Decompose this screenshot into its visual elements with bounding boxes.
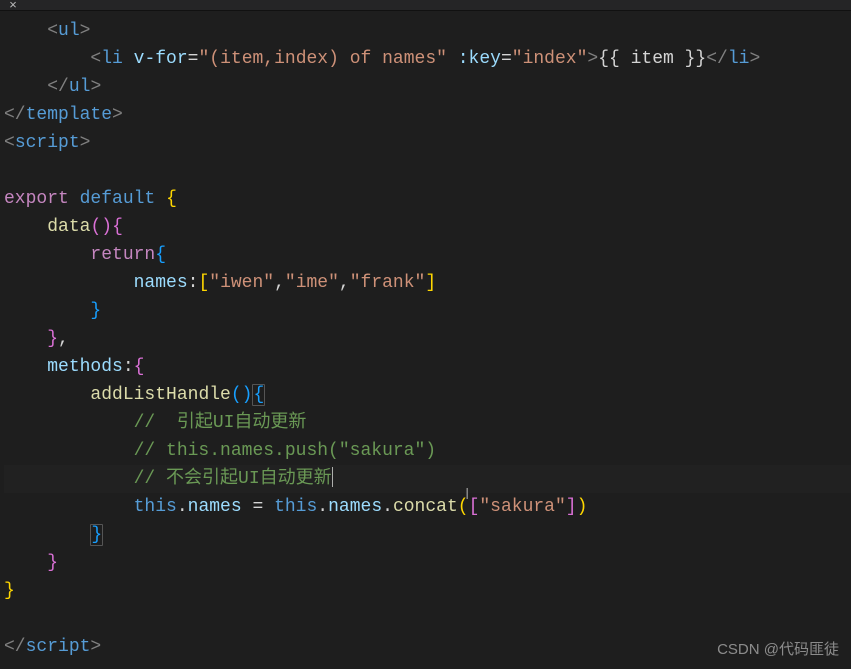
code-line [4, 605, 851, 633]
code-line: } [4, 549, 851, 577]
code-line [4, 157, 851, 185]
code-line: } [4, 521, 851, 549]
code-line: <script> [4, 129, 851, 157]
code-line: // 引起UI自动更新 [4, 409, 851, 437]
tab-bar: × [0, 0, 851, 11]
code-editor[interactable]: <ul> <li v-for="(item,index) of names" :… [0, 11, 851, 661]
mouse-ibeam-icon: I [465, 481, 469, 509]
code-line: addListHandle(){ [4, 381, 851, 409]
code-line: data(){ [4, 213, 851, 241]
close-icon[interactable]: × [6, 1, 20, 10]
code-line: <li v-for="(item,index) of names" :key="… [4, 45, 851, 73]
code-line: </script> [4, 633, 851, 661]
code-line: // 不会引起UI自动更新 [4, 465, 851, 493]
code-line: </ul> [4, 73, 851, 101]
code-line: // this.names.push("sakura") [4, 437, 851, 465]
text-cursor [332, 467, 333, 487]
code-line: <ul> [4, 17, 851, 45]
code-line: } [4, 577, 851, 605]
code-line: } [4, 297, 851, 325]
code-line: this.names = this.names.concat(["sakura"… [4, 493, 851, 521]
code-line: names:["iwen","ime","frank"] [4, 269, 851, 297]
code-line: return{ [4, 241, 851, 269]
code-line: methods:{ [4, 353, 851, 381]
code-line: </template> [4, 101, 851, 129]
code-line: }, [4, 325, 851, 353]
code-line: export default { [4, 185, 851, 213]
